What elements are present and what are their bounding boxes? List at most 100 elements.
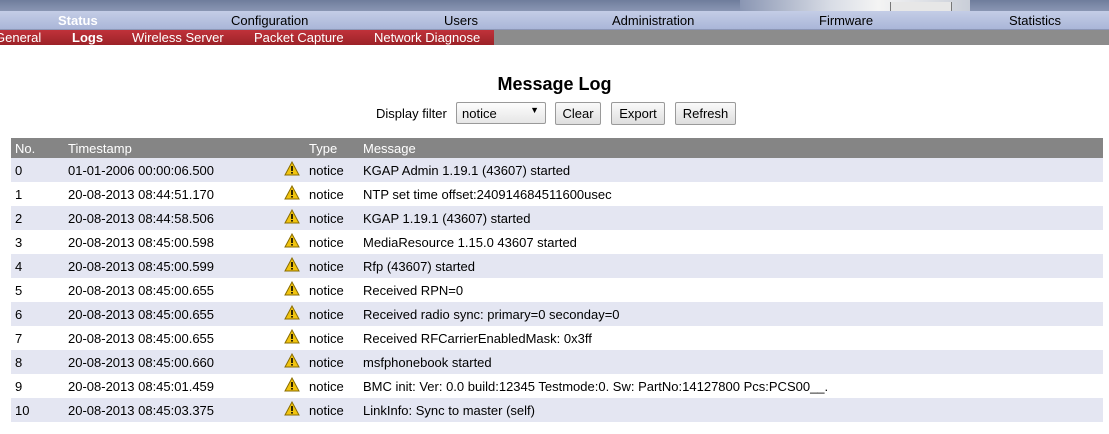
cell-timestamp: 20-08-2013 08:45:00.655 — [64, 326, 279, 350]
cell-timestamp: 20-08-2013 08:45:01.459 — [64, 374, 279, 398]
warning-icon — [284, 328, 300, 347]
cell-message: Rfp (43607) started — [359, 254, 1103, 278]
subnav-packet-capture[interactable]: Packet Capture — [254, 30, 344, 45]
display-filter-select[interactable]: notice ▼ — [456, 102, 546, 124]
subnav-logs[interactable]: Logs — [72, 30, 103, 45]
cell-type: notice — [305, 326, 359, 350]
cell-no: 9 — [11, 374, 64, 398]
table-row: 6 20-08-2013 08:45:00.655 notice Received r… — [11, 302, 1103, 326]
message-log-table: No. Timestamp Type Message 0 01-01-2006 0… — [11, 138, 1103, 422]
cell-timestamp: 20-08-2013 08:45:00.655 — [64, 278, 279, 302]
cell-type-icon — [279, 158, 305, 182]
subnav-wireless-server[interactable]: Wireless Server — [132, 30, 224, 45]
nav-statistics[interactable]: Statistics — [1009, 13, 1061, 28]
table-row: 9 20-08-2013 08:45:01.459 notice BMC init: … — [11, 374, 1103, 398]
subnav-general[interactable]: General — [0, 30, 41, 45]
sub-nav: General Logs Wireless Server Packet Capt… — [0, 30, 1109, 45]
table-row: 4 20-08-2013 08:45:00.599 notice Rfp (43607… — [11, 254, 1103, 278]
cell-message: Received radio sync: primary=0 seconday=… — [359, 302, 1103, 326]
cell-message: Received RFCarrierEnabledMask: 0x3ff — [359, 326, 1103, 350]
table-row: 5 20-08-2013 08:45:00.655 notice Received R… — [11, 278, 1103, 302]
cell-type: notice — [305, 254, 359, 278]
nav-administration[interactable]: Administration — [612, 13, 694, 28]
cell-type-icon — [279, 326, 305, 350]
warning-icon — [284, 208, 300, 227]
cell-type: notice — [305, 374, 359, 398]
cell-type: notice — [305, 350, 359, 374]
cell-no: 0 — [11, 158, 64, 182]
column-header-message: Message — [359, 138, 1103, 158]
table-row: 3 20-08-2013 08:45:00.598 notice MediaResou… — [11, 230, 1103, 254]
cell-type: notice — [305, 206, 359, 230]
clear-button[interactable]: Clear — [555, 102, 601, 125]
cell-message: KGAP 1.19.1 (43607) started — [359, 206, 1103, 230]
warning-icon — [284, 256, 300, 275]
cell-type-icon — [279, 302, 305, 326]
cell-no: 2 — [11, 206, 64, 230]
cell-timestamp: 20-08-2013 08:44:51.170 — [64, 182, 279, 206]
warning-icon — [284, 352, 300, 371]
cell-timestamp: 20-08-2013 08:45:00.660 — [64, 350, 279, 374]
column-header-type-icon — [279, 138, 305, 158]
cell-type: notice — [305, 158, 359, 182]
refresh-button[interactable]: Refresh — [675, 102, 736, 125]
cell-no: 5 — [11, 278, 64, 302]
warning-icon — [284, 400, 300, 419]
dropdown-arrow-icon: ▼ — [530, 105, 539, 115]
top-banner — [0, 0, 1109, 11]
warning-icon — [284, 232, 300, 251]
cell-type: notice — [305, 398, 359, 422]
cell-type-icon — [279, 398, 305, 422]
cell-type-icon — [279, 350, 305, 374]
warning-icon — [284, 184, 300, 203]
cell-type-icon — [279, 374, 305, 398]
display-filter-value: notice — [462, 106, 497, 121]
page-title: Message Log — [497, 74, 612, 94]
cell-type-icon — [279, 206, 305, 230]
nav-configuration[interactable]: Configuration — [231, 13, 308, 28]
export-button[interactable]: Export — [611, 102, 665, 125]
nav-firmware[interactable]: Firmware — [819, 13, 873, 28]
cell-no: 4 — [11, 254, 64, 278]
cell-type-icon — [279, 230, 305, 254]
cell-message: MediaResource 1.15.0 43607 started — [359, 230, 1103, 254]
cell-type: notice — [305, 278, 359, 302]
cell-timestamp: 20-08-2013 08:44:58.506 — [64, 206, 279, 230]
cell-type: notice — [305, 302, 359, 326]
table-row: 8 20-08-2013 08:45:00.660 notice msfphonebo… — [11, 350, 1103, 374]
cell-message: BMC init: Ver: 0.0 build:12345 Testmode:… — [359, 374, 1103, 398]
cell-message: msfphonebook started — [359, 350, 1103, 374]
cell-timestamp: 20-08-2013 08:45:00.599 — [64, 254, 279, 278]
table-row: 1 20-08-2013 08:44:51.170 notice NTP set ti… — [11, 182, 1103, 206]
column-header-type: Type — [305, 138, 359, 158]
table-row: 10 20-08-2013 08:45:03.375 notice LinkInfo:… — [11, 398, 1103, 422]
table-row: 0 01-01-2006 00:00:06.500 notice KGAP Admin… — [11, 158, 1103, 182]
display-filter-label: Display filter — [376, 106, 447, 121]
cell-timestamp: 20-08-2013 08:45:00.598 — [64, 230, 279, 254]
cell-no: 3 — [11, 230, 64, 254]
warning-icon — [284, 376, 300, 395]
cell-type-icon — [279, 278, 305, 302]
cell-timestamp: 20-08-2013 08:45:03.375 — [64, 398, 279, 422]
main-nav: Status Configuration Users Administratio… — [0, 11, 1109, 30]
banner-device-image — [740, 0, 970, 11]
warning-icon — [284, 304, 300, 323]
cell-message: LinkInfo: Sync to master (self) — [359, 398, 1103, 422]
cell-no: 1 — [11, 182, 64, 206]
nav-users[interactable]: Users — [444, 13, 478, 28]
cell-message: KGAP Admin 1.19.1 (43607) started — [359, 158, 1103, 182]
nav-status[interactable]: Status — [58, 13, 98, 28]
warning-icon — [284, 160, 300, 179]
column-header-timestamp: Timestamp — [64, 138, 279, 158]
cell-type-icon — [279, 182, 305, 206]
cell-type: notice — [305, 182, 359, 206]
table-row: 7 20-08-2013 08:45:00.655 notice Received R… — [11, 326, 1103, 350]
cell-no: 10 — [11, 398, 64, 422]
table-header-row: No. Timestamp Type Message — [11, 138, 1103, 158]
subnav-network-diagnose[interactable]: Network Diagnose — [374, 30, 480, 45]
table-row: 2 20-08-2013 08:44:58.506 notice KGAP 1.19.… — [11, 206, 1103, 230]
cell-type: notice — [305, 230, 359, 254]
cell-type-icon — [279, 254, 305, 278]
warning-icon — [284, 280, 300, 299]
cell-timestamp: 01-01-2006 00:00:06.500 — [64, 158, 279, 182]
